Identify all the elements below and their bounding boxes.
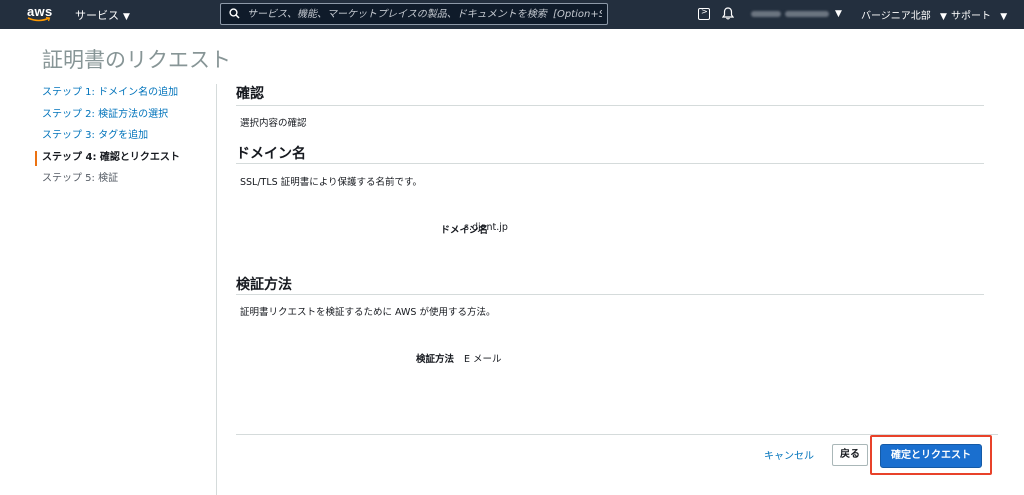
region-selector[interactable]: バージニア北部 ▼	[861, 7, 947, 22]
divider	[236, 294, 984, 295]
support-label: サポート	[951, 11, 991, 22]
domain-description: SSL/TLS 証明書により保護する名前です。	[240, 177, 423, 188]
domain-heading: ドメイン名	[236, 146, 306, 162]
validation-method-key: 検証方法	[415, 354, 454, 365]
region-label: バージニア北部	[861, 11, 931, 22]
search-icon	[229, 8, 240, 19]
validation-method-value: E メール	[464, 354, 502, 365]
caret-down-icon: ▼	[1000, 12, 1008, 22]
back-button[interactable]: 戻る	[832, 444, 868, 466]
validation-heading: 検証方法	[236, 277, 292, 293]
sidebar-divider	[216, 84, 217, 495]
aws-logo[interactable]: aws	[27, 4, 55, 24]
cloudshell-icon[interactable]: >	[698, 7, 710, 20]
account-menu[interactable]	[751, 8, 831, 20]
services-label: サービス	[75, 9, 119, 22]
step-3-link[interactable]: ステップ 3: タグを追加	[35, 129, 210, 151]
services-menu[interactable]: サービス ▼	[75, 7, 130, 23]
confirm-and-request-button[interactable]: 確定とリクエスト	[880, 444, 982, 468]
review-description: 選択内容の確認	[240, 118, 307, 129]
caret-down-icon: ▼	[940, 12, 947, 22]
bell-icon[interactable]	[722, 7, 734, 20]
domain-name-value: s.djent.jp	[464, 222, 508, 233]
search-input[interactable]	[247, 6, 602, 22]
review-heading: 確認	[236, 86, 264, 102]
divider	[236, 163, 984, 164]
account-name-redacted	[751, 11, 781, 17]
wizard-steps: ステップ 1: ドメイン名の追加 ステップ 2: 検証方法の選択 ステップ 3:…	[35, 86, 210, 194]
step-5-disabled: ステップ 5: 検証	[42, 173, 119, 184]
caret-down-icon: ▼	[123, 12, 130, 22]
search-box[interactable]	[220, 3, 608, 25]
aws-smile-icon	[27, 17, 51, 22]
caret-down-icon[interactable]: ▼	[835, 9, 842, 19]
page-title: 証明書のリクエスト	[42, 48, 231, 72]
cancel-link[interactable]: キャンセル	[764, 447, 814, 462]
step-4-current: ステップ 4: 確認とリクエスト	[35, 150, 210, 173]
validation-description: 証明書リクエストを検証するために AWS が使用する方法。	[240, 307, 496, 318]
step-2-link[interactable]: ステップ 2: 検証方法の選択	[35, 108, 210, 130]
divider	[236, 105, 984, 106]
support-menu[interactable]: サポート ▼	[951, 7, 1007, 22]
account-id-redacted	[785, 11, 829, 17]
step-1-link[interactable]: ステップ 1: ドメイン名の追加	[35, 86, 210, 108]
top-navigation-bar: aws サービス ▼ > ▼ バージニア北部 ▼ サポート ▼	[0, 0, 1024, 29]
